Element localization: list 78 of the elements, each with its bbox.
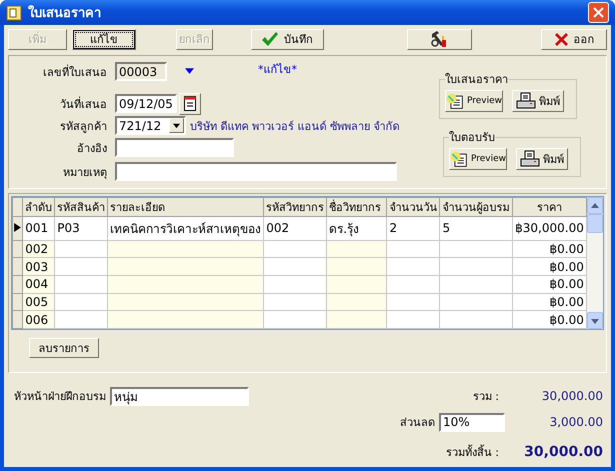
calendar-icon [184,96,196,111]
column-header[interactable]: ราคา [512,198,586,216]
table-cell: ฿0.00 [512,240,586,258]
scroll-down-icon [590,316,599,324]
table-cell: 2 [386,216,440,240]
discount-field[interactable]: 10% [439,412,505,432]
tools-button[interactable] [406,28,472,50]
triangle-icon [185,66,194,75]
table-cell: 001 [22,216,55,240]
table-cell: ฿0.00 [512,293,586,311]
customer-name: บริษัท ดีแทค พาวเวอร์ แอนด์ ซัพพลาย จำกัด [190,118,400,134]
column-header[interactable]: รหัสสินค้า [54,198,108,216]
scrollbar[interactable] [586,197,603,329]
toolbar-button[interactable]: แก้ไข [72,28,136,50]
window-title: ใบเสนอราคา [28,4,102,23]
table-cell: ฿0.00 [512,258,586,276]
table-cell: 003 [22,258,55,276]
column-header[interactable]: รหัสวิทยากร [264,198,327,216]
total-label: รวม : [472,389,500,405]
close-button[interactable] [588,2,609,23]
row-header[interactable] [12,216,23,240]
table-cell: 002 [22,240,55,258]
preview-icon [450,149,468,169]
table-cell: 004 [22,275,55,294]
table-cell: ฿0.00 [512,310,586,328]
field-label: วันที่เสนอ [59,96,107,112]
exit-button[interactable]: ออก [541,28,607,50]
field-label: รหัสลูกค้า [59,118,107,134]
column-header[interactable]: รายละเอียด [108,198,264,216]
note-field[interactable] [115,162,397,181]
field-label: อ้างอิง [76,140,107,156]
print-button[interactable]: พิมพ์ [516,148,568,170]
column-header[interactable]: ลำดับ [22,198,55,216]
column-header[interactable]: ชื่อวิทยากร [326,198,387,216]
date-field[interactable]: 09/12/05 [115,94,177,113]
group-title: ใบเสนอราคา [445,72,508,88]
column-header[interactable]: จำนวนวัน [386,198,440,216]
reference-field[interactable] [115,138,234,157]
quote-number-field[interactable]: 00003 [115,62,167,81]
grand-total-label: รวมทั้งสิ้น : [444,444,500,461]
table-cell: 002 [264,216,327,240]
field-label: เลขที่ใบเสนอ [42,64,107,80]
scroll-up-icon [590,202,599,210]
check-icon [261,31,280,47]
dropdown-arrow-icon [173,122,180,129]
tools-icon [430,30,448,48]
table-cell: ดร.รุ้ง [326,216,387,240]
preview-icon [446,91,464,111]
grand-total-value: 30,000.00 [523,444,604,460]
table-cell: 005 [22,293,55,311]
printer-icon [520,150,540,168]
customer-dropdown[interactable]: 721/12 [115,116,186,135]
close-icon [593,7,604,18]
table-cell: 006 [22,310,55,328]
discount-amount: 3,000.00 [548,415,604,429]
save-button[interactable]: บันทึก [250,28,324,50]
group-title: ใบตอบรับ [449,130,495,146]
printer-icon [516,92,536,110]
table-cell: 5 [440,216,513,240]
table-cell: P03 [54,216,108,240]
preview-button[interactable]: Preview [445,90,503,112]
total-value: 30,000.00 [540,389,604,403]
table-cell: ฿30,000.00 [512,216,586,240]
table-cell: ฿0.00 [512,275,586,294]
print-button[interactable]: พิมพ์ [512,90,564,112]
mode-label: *แก้ไข* [258,62,297,78]
close-icon [554,32,569,46]
delete-item-button[interactable]: ลบรายการ [29,338,99,358]
field-label: หัวหน้าฝ่ายฝึกอบรม [13,389,106,405]
supervisor-field[interactable]: หนุ่ม [110,386,249,406]
preview-button[interactable]: Preview [449,148,507,170]
field-label: ส่วนลด [399,415,435,431]
scrollbar-thumb[interactable] [586,214,603,233]
app-icon [6,4,22,20]
calendar-button[interactable] [179,92,201,114]
field-label: หมายเหตุ [62,164,107,180]
column-header[interactable]: จำนวนผู้อบรม [440,198,513,216]
table-cell: เทคนิคการวิเคาะห์สาเหตุของ [108,216,264,240]
